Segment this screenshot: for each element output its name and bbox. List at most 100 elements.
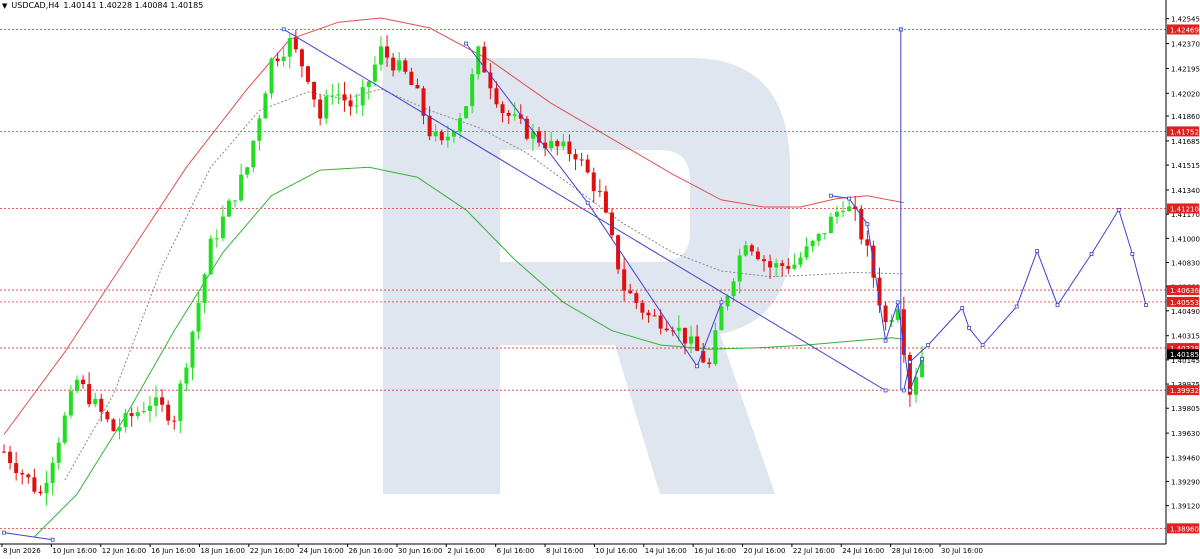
time-tick-label: 26 Jun 16:00 — [349, 547, 393, 555]
time-tick-label: 10 Jun 16:00 — [52, 547, 96, 555]
candle-body — [391, 57, 396, 71]
price-tick-label: 1.40490 — [1171, 308, 1200, 316]
candle-body — [269, 58, 274, 94]
forecast-point — [980, 343, 985, 347]
candle-body — [360, 87, 365, 106]
candle-body — [385, 46, 390, 58]
candle-body — [743, 245, 748, 256]
price-tick-label: 1.42545 — [1171, 16, 1200, 24]
candle-body — [841, 211, 846, 213]
candle-body — [464, 106, 469, 119]
time-tick-label: 24 Jul 16:00 — [842, 547, 884, 555]
candle-body — [567, 141, 572, 155]
candle-body — [135, 412, 140, 417]
price-tick-label: 1.42020 — [1171, 90, 1200, 98]
chart-header: ▼ USDCAD,H4 1.40141 1.40228 1.40084 1.40… — [2, 1, 203, 10]
candle-body — [50, 462, 55, 483]
time-tick-label: 24 Jun 16:00 — [299, 547, 343, 555]
candle-body — [616, 235, 621, 270]
candle-body — [147, 405, 152, 412]
candle-body — [652, 315, 657, 317]
candle-body — [610, 212, 614, 236]
candle-body — [573, 154, 578, 160]
time-tick-label: 6 Jul 16:00 — [497, 547, 535, 555]
candle-body — [822, 233, 827, 235]
time-tick-label: 22 Jun 16:00 — [250, 547, 294, 555]
candle-body — [755, 251, 760, 260]
candle-body — [74, 379, 79, 392]
price-tick-label: 1.39805 — [1171, 405, 1200, 413]
current-price-label: 1.40185 — [1170, 351, 1199, 359]
candle-body — [409, 71, 414, 86]
candle-body — [93, 398, 98, 405]
candle-body — [585, 159, 590, 173]
candle-body — [847, 206, 852, 212]
candle-body — [372, 64, 377, 82]
candle-body — [591, 172, 596, 192]
candle-body — [549, 140, 554, 149]
time-tick-label: 16 Jun 16:00 — [151, 547, 195, 555]
candle-body — [427, 115, 432, 137]
candle-body — [123, 413, 128, 428]
price-tick-label: 1.42195 — [1171, 65, 1200, 73]
chart-area[interactable]: 1.42545 1.42370 1.42195 1.42020 1.41860 1.416… — [0, 0, 1200, 555]
candle-body — [342, 94, 347, 101]
candle-body — [810, 240, 815, 247]
candle-body — [737, 255, 742, 282]
forecast-point — [926, 343, 931, 347]
trend-point — [50, 537, 55, 542]
candle-body — [397, 60, 402, 71]
candle-body — [658, 315, 663, 329]
candle-body — [178, 383, 183, 421]
trend-point — [585, 200, 590, 205]
candle-body — [682, 327, 687, 344]
candle-body — [603, 191, 608, 213]
candle-body — [719, 306, 724, 331]
candle-body — [403, 60, 408, 72]
level-price-label: 1.41210 — [1170, 205, 1199, 213]
candle-body — [220, 216, 225, 239]
time-tick-label: 18 Jun 16:00 — [200, 547, 244, 555]
candle-body — [38, 491, 43, 494]
candle-body — [689, 336, 694, 344]
candle-body — [2, 451, 6, 453]
price-tick-label: 1.39290 — [1171, 478, 1200, 486]
candle-body — [354, 105, 359, 107]
candle-body — [628, 290, 633, 294]
time-tick-label: 30 Jul 16:00 — [941, 547, 983, 555]
trend-point — [865, 222, 870, 227]
forecast-point — [1035, 249, 1039, 254]
candle-body — [336, 94, 341, 96]
candle-body — [172, 420, 177, 422]
candle-body — [275, 58, 280, 62]
trend-point — [847, 196, 852, 201]
candle-body — [263, 93, 268, 119]
forecast-point — [967, 325, 971, 330]
candle-body — [32, 477, 37, 492]
trend-point — [920, 357, 924, 362]
candle-body — [786, 265, 791, 269]
candle-body — [214, 238, 219, 240]
trend-point — [908, 388, 912, 393]
level-price-label: 1.39932 — [1170, 387, 1199, 395]
price-tick-label: 1.40315 — [1171, 333, 1200, 341]
candle-body — [768, 261, 773, 268]
price-tick-label: 1.41000 — [1171, 235, 1200, 243]
candle-body — [865, 239, 870, 246]
price-axis: 1.42545 1.42370 1.42195 1.42020 1.41860 1.416… — [1165, 0, 1200, 555]
candle-body — [318, 99, 323, 119]
candle-body — [561, 141, 566, 147]
ohlc-values: 1.40141 1.40228 1.40084 1.40185 — [63, 1, 204, 10]
candle-body — [293, 38, 298, 50]
candle-body — [713, 330, 718, 365]
candle-body — [646, 312, 651, 316]
price-chart: 1.42545 1.42370 1.42195 1.42020 1.41860 1.416… — [0, 0, 1200, 555]
time-tick-label: 20 Jul 16:00 — [744, 547, 786, 555]
price-tick-label: 1.39460 — [1171, 454, 1200, 462]
forecast-point — [1116, 207, 1121, 212]
candle-body — [707, 362, 712, 365]
candle-body — [160, 397, 165, 405]
candle-body — [834, 211, 839, 217]
candle-body — [44, 482, 49, 494]
dropdown-triangle-icon[interactable]: ▼ — [2, 2, 7, 10]
